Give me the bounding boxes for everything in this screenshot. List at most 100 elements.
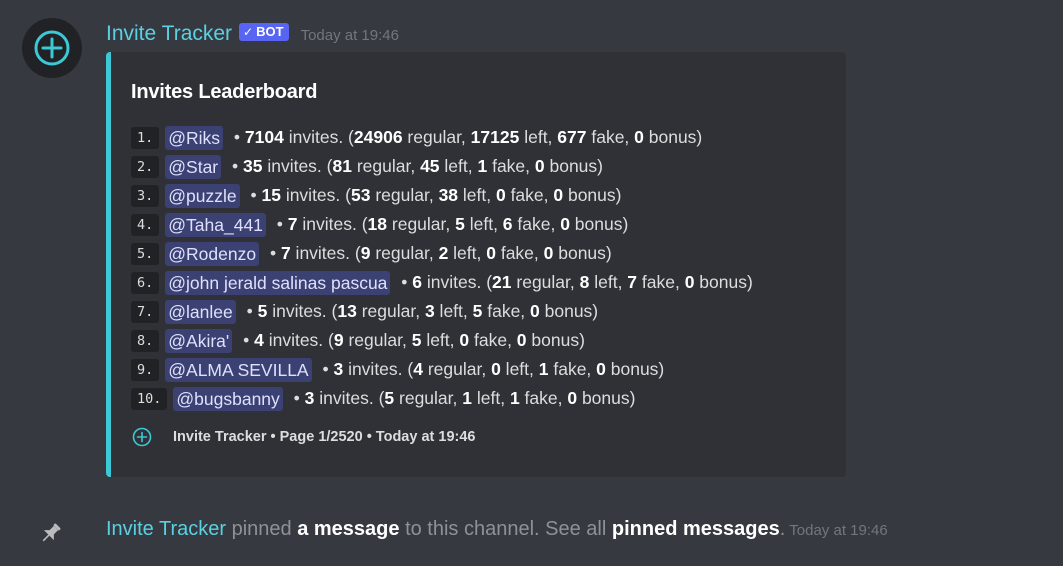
user-mention[interactable]: @Akira' — [165, 328, 233, 353]
pin-icon — [42, 523, 61, 542]
total-invites: 5 — [257, 301, 268, 321]
bullet-separator: • — [317, 359, 334, 379]
fake-label: fake, — [519, 388, 568, 408]
left-count: 8 — [579, 272, 590, 292]
user-mention[interactable]: @lanlee — [165, 299, 236, 324]
regular-label: regular, — [387, 214, 456, 234]
fake-count: 0 — [486, 243, 496, 263]
fake-label: fake, — [548, 359, 597, 379]
rank-badge: 10. — [131, 387, 168, 410]
author-name[interactable]: Invite Tracker — [106, 22, 232, 46]
message-header: Invite Tracker ✓ BOT Today at 19:46 — [106, 20, 399, 48]
regular-label: regular, — [394, 388, 463, 408]
regular-count: 5 — [384, 388, 395, 408]
user-mention[interactable]: @Rodenzo — [165, 241, 260, 266]
fake-count: 1 — [538, 359, 549, 379]
rank-badge: 7. — [131, 300, 160, 323]
regular-count: 81 — [332, 156, 352, 176]
bot-tag: ✓ BOT — [239, 23, 289, 41]
system-text-segment: pinned — [226, 518, 298, 540]
bullet-separator: • — [245, 185, 262, 205]
invites-label: invites. ( — [263, 330, 334, 350]
regular-count: 13 — [337, 301, 357, 321]
circle-plus-icon — [131, 426, 153, 448]
user-mention[interactable]: @john jerald salinas pascua — [165, 270, 391, 295]
rank-badge: 3. — [131, 184, 160, 207]
regular-label: regular, — [356, 301, 425, 321]
bullet-separator: • — [396, 272, 413, 292]
left-count: 5 — [455, 214, 465, 234]
leaderboard-row: 7. @lanlee • 5 invites. (13 regular, 3 le… — [131, 297, 753, 326]
pinned-message-link[interactable]: a message — [297, 518, 399, 540]
regular-count: 4 — [413, 359, 423, 379]
user-mention[interactable]: @bugsbanny — [173, 386, 283, 411]
left-label: left, — [464, 214, 503, 234]
regular-count: 53 — [350, 185, 371, 205]
bonus-count: 0 — [567, 388, 578, 408]
rank-badge: 4. — [131, 213, 160, 236]
user-mention[interactable]: @ALMA SEVILLA — [165, 357, 312, 382]
rank-badge: 6. — [131, 271, 160, 294]
left-label: left, — [472, 388, 510, 408]
fake-count: 6 — [502, 214, 513, 234]
bullet-separator: • — [265, 243, 281, 263]
left-label: left, — [448, 243, 487, 263]
regular-count: 18 — [367, 214, 388, 234]
user-mention[interactable]: @Taha_441 — [165, 212, 266, 237]
invites-label: invites. ( — [280, 185, 351, 205]
invites-label: invites. ( — [422, 272, 493, 292]
leaderboard-embed: Invites Leaderboard 1. @Riks • 7104 invit… — [106, 52, 846, 477]
left-count: 1 — [462, 388, 472, 408]
total-invites: 7 — [280, 243, 291, 263]
user-mention[interactable]: @puzzle — [165, 183, 240, 208]
embed-footer: Invite Tracker • Page 1/2520 • Today at … — [131, 425, 475, 449]
total-invites: 4 — [254, 330, 264, 350]
bullet-separator: • — [238, 330, 255, 350]
left-label: left, — [434, 301, 473, 321]
rank-badge: 8. — [131, 329, 160, 352]
bullet-separator: • — [241, 301, 258, 321]
leaderboard-row: 9. @ALMA SEVILLA • 3 invites. (4 regular,… — [131, 355, 753, 384]
system-timestamp[interactable]: Today at 19:46 — [789, 522, 887, 539]
bullet-separator: • — [271, 214, 288, 234]
message-timestamp[interactable]: Today at 19:46 — [301, 27, 399, 44]
invites-label: invites. ( — [343, 359, 414, 379]
invites-label: invites. ( — [290, 243, 361, 263]
leaderboard-list: 1. @Riks • 7104 invites. (24906 regular, … — [131, 123, 753, 413]
total-invites: 6 — [412, 272, 423, 292]
rank-badge: 2. — [131, 155, 160, 178]
regular-label: regular, — [422, 359, 492, 379]
bullet-separator: • — [229, 127, 245, 147]
pinned-messages-link[interactable]: pinned messages — [612, 518, 780, 540]
regular-label: regular, — [370, 185, 439, 205]
bonus-count: 0 — [530, 301, 540, 321]
left-count: 17125 — [470, 127, 520, 147]
fake-count: 5 — [472, 301, 483, 321]
invites-label: invites. ( — [283, 127, 354, 147]
bonus-label: bonus) — [526, 330, 585, 350]
fake-label: fake, — [586, 127, 635, 147]
fake-label: fake, — [512, 214, 561, 234]
leaderboard-row: 6. @john jerald salinas pascua • 6 invite… — [131, 268, 753, 297]
bot-avatar[interactable] — [22, 18, 82, 78]
bonus-count: 0 — [634, 127, 644, 147]
invites-label: invites. ( — [267, 301, 338, 321]
left-label: left, — [589, 272, 628, 292]
fake-label: fake, — [487, 156, 535, 176]
bonus-label: bonus) — [694, 272, 753, 292]
user-mention[interactable]: @Riks — [165, 125, 224, 150]
bonus-label: bonus) — [544, 156, 603, 176]
bonus-count: 0 — [596, 359, 606, 379]
system-author-name[interactable]: Invite Tracker — [106, 518, 226, 540]
leaderboard-row: 4. @Taha_441 • 7 invites. (18 regular, 5 … — [131, 210, 753, 239]
left-label: left, — [519, 127, 558, 147]
fake-count: 1 — [477, 156, 488, 176]
regular-label: regular, — [402, 127, 471, 147]
fake-count: 7 — [627, 272, 638, 292]
left-count: 0 — [491, 359, 501, 379]
bonus-count: 0 — [534, 156, 545, 176]
invites-label: invites. ( — [314, 388, 385, 408]
left-count: 3 — [424, 301, 435, 321]
leaderboard-row: 1. @Riks • 7104 invites. (24906 regular, … — [131, 123, 753, 152]
user-mention[interactable]: @Star — [165, 154, 222, 179]
